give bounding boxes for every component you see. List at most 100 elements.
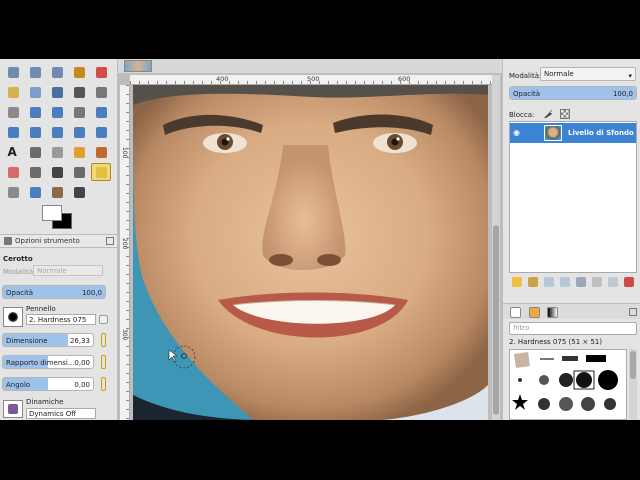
tab-menu-icon[interactable] — [106, 237, 114, 245]
aspect-slider[interactable]: Rapporto dimensi... 0,00 — [2, 355, 94, 369]
tool-shear[interactable] — [25, 123, 45, 141]
new-group-icon[interactable] — [528, 277, 538, 287]
rotate-icon — [95, 106, 107, 118]
gradients-tab-icon[interactable] — [547, 307, 558, 318]
foreground-color[interactable] — [42, 205, 62, 221]
tool-foreground-select[interactable] — [25, 83, 45, 101]
tool-by-color-select[interactable] — [91, 63, 111, 81]
tool-bucket-fill[interactable] — [25, 143, 45, 161]
tool-text[interactable]: A — [3, 143, 23, 161]
tool-scissors-select[interactable] — [3, 83, 23, 101]
patterns-tab-icon[interactable] — [529, 307, 540, 318]
size-slider[interactable]: Dimensione 26,33 — [2, 333, 94, 347]
ruler-tick — [126, 328, 129, 329]
mask-icon[interactable] — [608, 277, 618, 287]
brush-scrollbar[interactable] — [629, 349, 637, 420]
brush-preview[interactable] — [3, 307, 23, 327]
tool-scale[interactable] — [3, 123, 23, 141]
align-icon — [51, 106, 63, 118]
ruler-tick — [126, 337, 129, 338]
layer-row[interactable]: ◉ Livello di Sfondo — [510, 123, 636, 143]
visibility-eye-icon[interactable]: ◉ — [513, 128, 523, 138]
opacity-slider[interactable]: Opacità 100,0 — [2, 285, 106, 299]
opacity-value: 100,0 — [81, 289, 102, 297]
image-tab-thumbnail[interactable] — [124, 60, 152, 72]
scroll-thumb[interactable] — [493, 225, 499, 415]
vertical-ruler[interactable]: 100 200 300 — [120, 85, 130, 420]
new-layer-icon[interactable] — [512, 277, 522, 287]
tool-flip[interactable] — [69, 123, 89, 141]
heal-icon — [95, 166, 107, 178]
aspect-chain-icon[interactable] — [101, 355, 106, 369]
tool-dodge-burn[interactable] — [69, 183, 89, 201]
blur-sharpen-icon — [29, 186, 41, 198]
brush-filter-input[interactable]: filtro — [509, 322, 637, 335]
ruler-tick — [355, 81, 356, 84]
tool-perspective[interactable] — [47, 123, 67, 141]
tool-options-tab[interactable]: Opzioni strumento — [0, 234, 117, 248]
layer-mode-select[interactable]: Normale ▾ — [540, 67, 636, 81]
ruler-tick — [126, 409, 129, 410]
duplicate-layer-icon[interactable] — [576, 277, 586, 287]
tool-heal[interactable] — [91, 163, 111, 181]
ruler-tick — [445, 81, 446, 84]
tool-fuzzy-select[interactable] — [69, 63, 89, 81]
lower-layer-icon[interactable] — [560, 277, 570, 287]
tool-paintbrush[interactable] — [91, 143, 111, 161]
tool-move[interactable] — [25, 103, 45, 121]
color-swatches[interactable] — [38, 201, 78, 233]
anchor-layer-icon[interactable] — [592, 277, 602, 287]
tool-clone[interactable] — [69, 163, 89, 181]
tool-ellipse-select[interactable] — [25, 63, 45, 81]
brush-scroll-thumb[interactable] — [630, 351, 636, 379]
tool-zoom[interactable] — [91, 83, 111, 101]
image-canvas[interactable] — [133, 85, 488, 420]
tool-measure[interactable] — [3, 103, 23, 121]
tool-blur-sharpen[interactable] — [25, 183, 45, 201]
tool-rect-select[interactable] — [3, 63, 23, 81]
ruler-tick — [247, 81, 248, 84]
clone-icon — [73, 166, 85, 178]
tool-eraser[interactable] — [3, 163, 23, 181]
lock-pixels-icon[interactable] — [543, 109, 553, 119]
size-chain-icon[interactable] — [101, 333, 106, 347]
brush-reset-button[interactable] — [99, 315, 108, 324]
horizontal-ruler[interactable]: 400 500 600 — [130, 75, 492, 85]
angle-chain-icon[interactable] — [101, 377, 106, 391]
dynamics-preview[interactable] — [3, 400, 23, 418]
gimp-window: A Opzioni strumento Cerotto Modalità Nor… — [0, 59, 640, 420]
brushes-tab-icon[interactable] — [510, 307, 521, 318]
ruler-tick — [418, 81, 419, 84]
lock-alpha-icon[interactable] — [560, 109, 570, 119]
tool-paths[interactable] — [47, 83, 67, 101]
tool-crop[interactable] — [69, 103, 89, 121]
delete-layer-icon[interactable] — [624, 277, 634, 287]
tool-blend[interactable] — [47, 143, 67, 161]
tool-ink[interactable] — [47, 163, 67, 181]
raise-layer-icon[interactable] — [544, 277, 554, 287]
dock-menu-icon[interactable] — [629, 308, 637, 316]
layer-opacity-slider[interactable]: Opacità 100,0 — [509, 86, 637, 100]
tool-rotate[interactable] — [91, 103, 111, 121]
text-icon: A — [7, 144, 17, 159]
vertical-scrollbar[interactable] — [492, 75, 500, 420]
angle-slider[interactable]: Angolo 0,00 — [2, 377, 94, 391]
mode-select[interactable]: Normale — [33, 265, 103, 276]
tool-airbrush[interactable] — [25, 163, 45, 181]
ruler-tick — [126, 130, 129, 131]
ruler-tick — [157, 81, 158, 84]
ruler-tick — [126, 139, 129, 140]
tool-color-picker[interactable] — [69, 83, 89, 101]
brush-name-field[interactable]: 2. Hardness 075 — [26, 314, 96, 325]
ruler-tick — [126, 310, 129, 311]
ruler-tick — [472, 81, 473, 84]
tool-free-select[interactable] — [47, 63, 67, 81]
dynamics-field[interactable]: Dynamics Off — [26, 408, 96, 419]
tool-perspective-clone[interactable] — [3, 183, 23, 201]
tool-pencil[interactable] — [69, 143, 89, 161]
tool-smudge[interactable] — [47, 183, 67, 201]
brush-grid[interactable] — [509, 349, 627, 420]
tool-cage-transform[interactable] — [91, 123, 111, 141]
ruler-tick — [436, 81, 437, 84]
tool-align[interactable] — [47, 103, 67, 121]
